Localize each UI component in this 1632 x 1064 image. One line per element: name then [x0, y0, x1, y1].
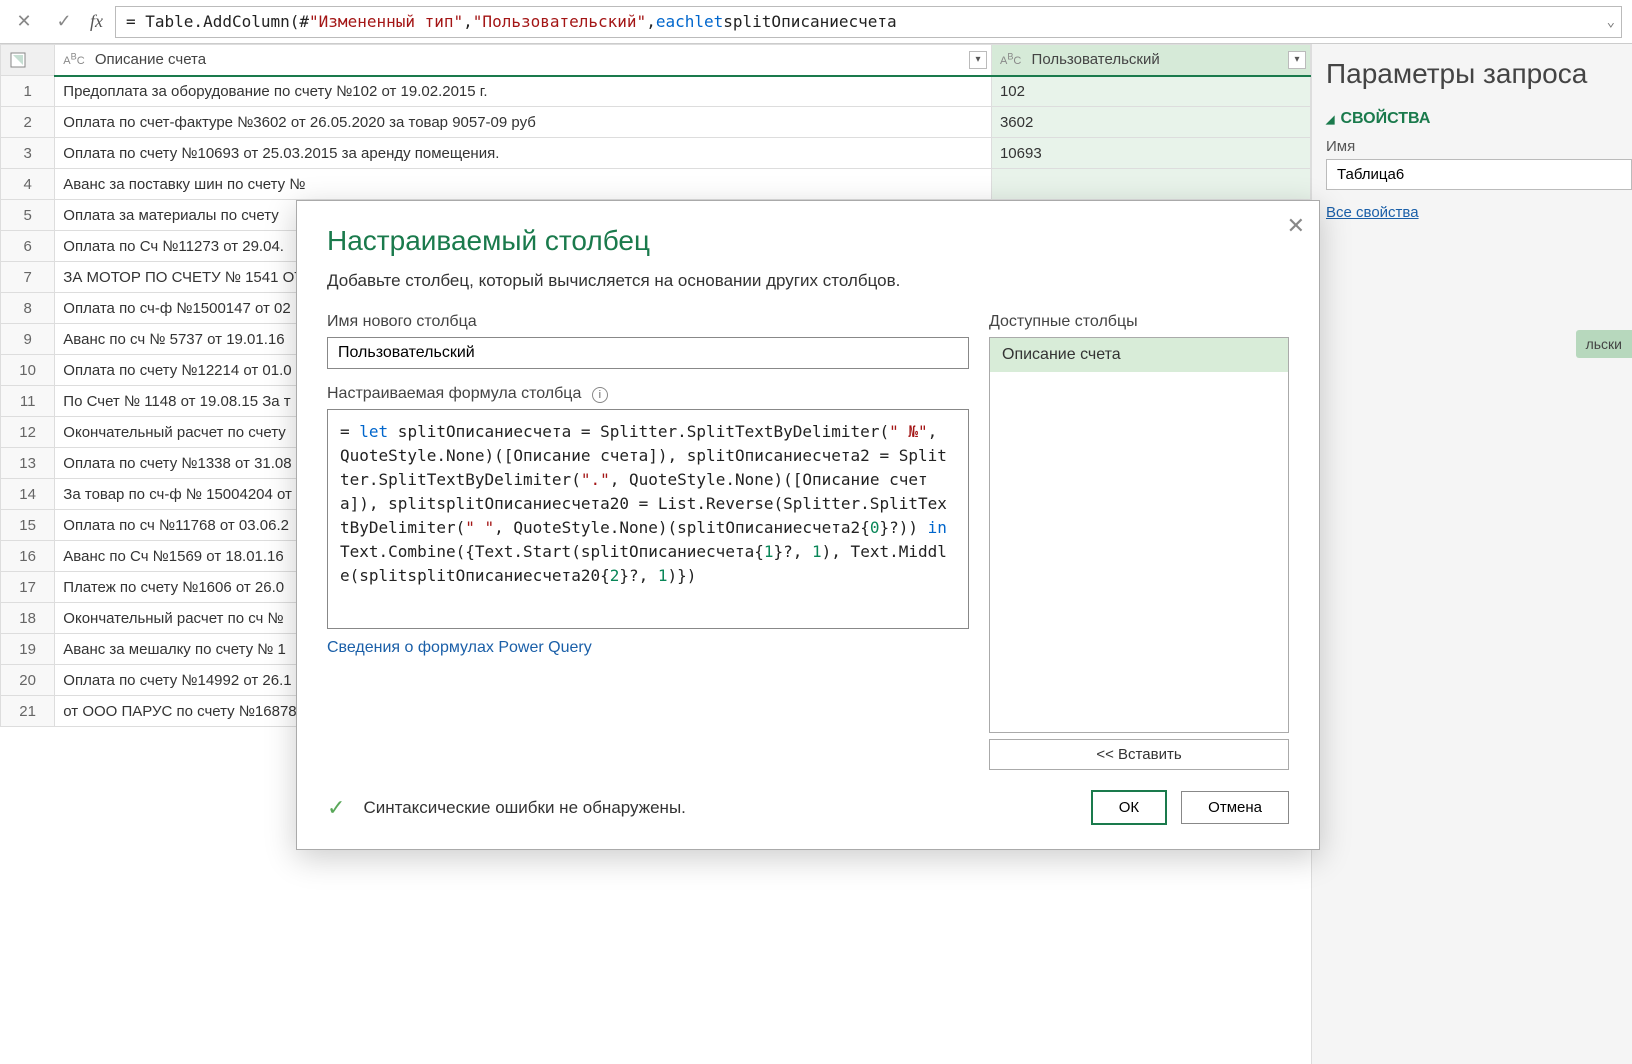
type-icon: ABC [63, 55, 84, 67]
power-query-help-link[interactable]: Сведения о формулах Power Query [327, 639, 969, 657]
close-icon[interactable]: ✕ [1287, 213, 1305, 239]
row-number[interactable]: 8 [1, 293, 55, 324]
confirm-icon[interactable]: ✓ [50, 8, 78, 36]
query-settings-panel: Параметры запроса СВОЙСТВА Имя Все свойс… [1312, 44, 1632, 1064]
available-column-item[interactable]: Описание счета [990, 338, 1288, 372]
properties-section-header[interactable]: СВОЙСТВА [1326, 110, 1632, 128]
available-columns-list[interactable]: Описание счета [989, 337, 1289, 733]
row-number[interactable]: 2 [1, 107, 55, 138]
row-number[interactable]: 11 [1, 386, 55, 417]
row-number[interactable]: 5 [1, 200, 55, 231]
row-number[interactable]: 10 [1, 355, 55, 386]
panel-title: Параметры запроса [1326, 58, 1632, 90]
row-number[interactable]: 14 [1, 479, 55, 510]
row-number[interactable]: 3 [1, 138, 55, 169]
cell-description[interactable]: Аванс за поставку шин по счету № [55, 169, 992, 200]
formula-editor[interactable]: = let splitОписаниесчета = Splitter.Spli… [327, 409, 969, 629]
cell-custom[interactable]: 3602 [991, 107, 1310, 138]
column-name: Описание счета [95, 51, 206, 68]
cancel-button[interactable]: Отмена [1181, 791, 1289, 824]
step-badge[interactable]: льски [1576, 330, 1632, 358]
formula-label: Настраиваемая формула столбца i [327, 385, 969, 403]
dialog-title: Настраиваемый столбец [327, 225, 1289, 257]
select-all-corner[interactable] [1, 45, 55, 76]
expand-chevron-icon[interactable]: ⌄ [1607, 14, 1615, 30]
cell-custom[interactable]: 10693 [991, 138, 1310, 169]
cell-description[interactable]: Оплата по счет-фактуре №3602 от 26.05.20… [55, 107, 992, 138]
available-columns-label: Доступные столбцы [989, 313, 1289, 331]
cell-custom[interactable]: 102 [991, 76, 1310, 107]
filter-chevron-icon[interactable]: ▾ [1288, 51, 1306, 69]
query-name-input[interactable] [1326, 159, 1632, 190]
table-row[interactable]: 1Предоплата за оборудование по счету №10… [1, 76, 1311, 107]
formula-bar: ✕ ✓ fx = Table.AddColumn(#"Измененный ти… [0, 0, 1632, 44]
all-properties-link[interactable]: Все свойства [1326, 204, 1632, 221]
insert-button[interactable]: << Вставить [989, 739, 1289, 770]
formula-input[interactable]: = Table.AddColumn(#"Измененный тип", "По… [115, 6, 1622, 38]
column-header-custom[interactable]: ABC Пользовательский ▾ [991, 45, 1310, 76]
row-number[interactable]: 12 [1, 417, 55, 448]
column-header-description[interactable]: ABC Описание счета ▾ [55, 45, 992, 76]
fx-icon[interactable]: fx [90, 11, 103, 32]
row-number[interactable]: 18 [1, 603, 55, 634]
table-row[interactable]: 3Оплата по счету №10693 от 25.03.2015 за… [1, 138, 1311, 169]
name-label: Имя [1326, 138, 1632, 155]
row-number[interactable]: 6 [1, 231, 55, 262]
row-number[interactable]: 7 [1, 262, 55, 293]
cancel-icon[interactable]: ✕ [10, 8, 38, 36]
row-number[interactable]: 20 [1, 665, 55, 696]
cell-description[interactable]: Предоплата за оборудование по счету №102… [55, 76, 992, 107]
row-number[interactable]: 16 [1, 541, 55, 572]
row-number[interactable]: 4 [1, 169, 55, 200]
row-number[interactable]: 19 [1, 634, 55, 665]
custom-column-dialog: ✕ Настраиваемый столбец Добавьте столбец… [296, 200, 1320, 850]
new-column-name-input[interactable] [327, 337, 969, 369]
row-number[interactable]: 21 [1, 696, 55, 727]
dialog-subtitle: Добавьте столбец, который вычисляется на… [327, 271, 1289, 291]
filter-chevron-icon[interactable]: ▾ [969, 51, 987, 69]
column-name: Пользовательский [1032, 51, 1160, 68]
row-number[interactable]: 15 [1, 510, 55, 541]
cell-description[interactable]: Оплата по счету №10693 от 25.03.2015 за … [55, 138, 992, 169]
table-row[interactable]: 2Оплата по счет-фактуре №3602 от 26.05.2… [1, 107, 1311, 138]
ok-button[interactable]: ОК [1091, 790, 1167, 825]
type-icon: ABC [1000, 55, 1021, 67]
new-column-name-label: Имя нового столбца [327, 313, 969, 331]
row-number[interactable]: 13 [1, 448, 55, 479]
syntax-status: Синтаксические ошибки не обнаружены. [363, 798, 1076, 818]
formula-text: = Table.AddColumn(# [126, 12, 309, 31]
check-icon: ✓ [327, 795, 345, 821]
row-number[interactable]: 1 [1, 76, 55, 107]
table-row[interactable]: 4Аванс за поставку шин по счету № [1, 169, 1311, 200]
info-icon[interactable]: i [592, 387, 608, 403]
row-number[interactable]: 17 [1, 572, 55, 603]
cell-custom[interactable] [991, 169, 1310, 200]
row-number[interactable]: 9 [1, 324, 55, 355]
